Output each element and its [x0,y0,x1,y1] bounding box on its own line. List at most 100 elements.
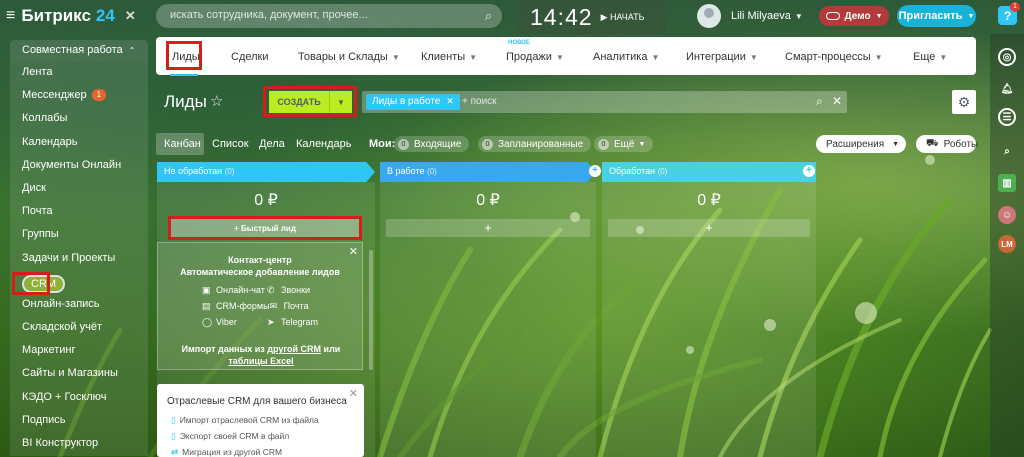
add-card-button[interactable]: + [386,219,590,237]
channel-viber[interactable]: ◯ Viber [202,317,267,328]
industry-export-link[interactable]: ▯ Экспорт своей CRM в файл [171,431,289,442]
my-label: Мои: [369,138,396,150]
clear-icon[interactable]: ✕ [832,94,842,108]
import-excel-link[interactable]: таблицы Excel [228,356,293,366]
close-icon[interactable]: ✕ [349,245,358,258]
search-icon[interactable]: ⌕ [485,8,492,24]
tab-smart-processes[interactable]: Смарт-процессы ▼ [785,51,883,63]
menu-item-docs-online[interactable]: Документы Онлайн [10,155,148,178]
column-sum: 0 ₽ [476,192,500,209]
tab-integrations[interactable]: Интеграции ▼ [686,51,758,63]
view-kanban[interactable]: Канбан [156,133,204,155]
search-icon[interactable]: ⌕ [816,94,823,109]
menu-item-sign[interactable]: Подпись [10,410,148,433]
menu-item-label: Складской учёт [22,321,102,334]
copilot-icon[interactable]: ◎ [998,48,1016,66]
counter-planned[interactable]: 0 Запланированные [478,136,592,152]
tab-deals[interactable]: Сделки [231,51,269,63]
quick-lead-highlight-box [168,216,362,240]
chat-icon[interactable]: ☰ [998,108,1016,126]
channel-label: Онлайн-чат [216,284,265,295]
close-icon[interactable]: ✕ [349,387,358,400]
industry-import-link[interactable]: ▯ Импорт отраслевой CRM из файла [171,415,319,426]
tab-more[interactable]: Еще ▼ [913,51,947,63]
kanban-column-header[interactable]: Обработан (0) [602,162,816,182]
menu-item-collabs[interactable]: Коллабы [10,108,148,131]
column-count: (0) [427,167,437,176]
view-activities[interactable]: Дела [259,138,285,150]
menu-item-disk[interactable]: Диск [10,178,148,201]
phone-icon: ✆ [267,284,275,295]
tab-label: Еще [913,51,936,63]
invite-button[interactable]: Пригласить ▼ [897,5,976,27]
tab-analytics[interactable]: Аналитика ▼ [593,51,659,63]
avatar[interactable]: LM [998,235,1016,253]
chevron-down-icon: ▼ [892,140,900,148]
counter-more[interactable]: 0 Ещё ▼ [594,136,654,152]
robots-button[interactable]: ⛟ Роботы [916,135,978,153]
kanban-column-header[interactable]: В работе (0) [380,162,596,182]
add-card-button[interactable]: + [608,219,810,237]
menu-item-calendar[interactable]: Календарь [10,132,148,155]
close-icon[interactable]: ✕ [125,8,136,24]
extensions-button[interactable]: Расширения ▼ [816,135,906,153]
menu-section-header[interactable]: Совместная работа ⌃ [10,40,148,62]
avatar[interactable]: ☺ [998,206,1016,224]
work-time-widget[interactable]: 14:42 ▶ НАЧАТЬ [518,0,666,34]
channel-crm-forms[interactable]: ▤ CRM-формы [202,301,270,312]
channel-calls[interactable]: ✆ Звонки [267,285,332,296]
counter-label: Запланированные [498,139,584,150]
gear-icon[interactable]: ⚙ [952,90,976,114]
crm-top-nav: Лиды Сделки Товары и Склады ▼ Клиенты ▼ НО… [156,37,976,76]
column-sum: 0 ₽ [254,192,278,209]
menu-item-booking[interactable]: Онлайн-запись [10,294,148,317]
add-column-icon[interactable]: + [589,165,601,177]
menu-item-messenger[interactable]: Мессенджер 1 [10,85,148,108]
menu-item-sites[interactable]: Сайты и Магазины [10,363,148,386]
start-workday-button[interactable]: ▶ НАЧАТЬ [601,12,645,23]
search-input[interactable]: искать сотрудника, документ, прочее... ⌕ [156,4,502,28]
scrollbar[interactable] [369,250,373,370]
tab-clients[interactable]: Клиенты ▼ [421,51,477,63]
close-icon[interactable]: ✕ [446,96,454,106]
user-menu[interactable]: Lili Milyaeva ▼ [697,4,803,28]
menu-item-bi[interactable]: BI Конструктор [10,433,148,456]
add-column-icon[interactable]: + [803,165,815,177]
tab-label: Сделки [231,51,269,63]
kanban-column-header[interactable]: Не обработан (0) [157,162,375,182]
logo[interactable]: ≡ Битрикс 24 ✕ [6,6,136,26]
menu-item-kedo[interactable]: КЭДО + Госключ [10,387,148,410]
channel-label: CRM-формы [216,300,270,311]
menu-item-mail[interactable]: Почта [10,201,148,224]
menu-item-inventory[interactable]: Складской учёт [10,317,148,340]
view-label: Дела [259,138,285,150]
demo-button[interactable]: Демо ▼ [819,6,889,26]
view-calendar[interactable]: Календарь [296,138,352,150]
view-list[interactable]: Список [212,138,249,150]
tab-products[interactable]: Товары и Склады ▼ [298,51,400,63]
import-crm-link[interactable]: другой CRM [267,344,321,354]
menu-icon[interactable]: ≡ [6,7,15,25]
search-icon[interactable]: ⌕ [998,142,1016,160]
filter-search-input[interactable]: Лиды в работе ✕ + поиск ⌕ ✕ [362,91,847,113]
tab-sales[interactable]: Продажи ▼ [506,51,564,63]
menu-item-tasks[interactable]: Задачи и Проекты [10,248,148,271]
channel-online-chat[interactable]: ▣ Онлайн-чат [202,285,267,296]
form-icon: ▤ [202,300,211,311]
column-sum: 0 ₽ [697,192,721,209]
menu-item-label: Задачи и Проекты [22,251,116,264]
channel-telegram[interactable]: ➤ Telegram [267,317,332,328]
contact-center-icon[interactable]: ▥ [998,174,1016,192]
counter-incoming[interactable]: 0 Входящие [394,136,470,152]
star-icon[interactable]: ☆ [210,92,223,110]
menu-item-groups[interactable]: Группы [10,224,148,247]
new-badge: НОВОЕ [508,40,530,46]
menu-item-label: Коллабы [22,112,68,125]
filter-preset-tag[interactable]: Лиды в работе ✕ [366,94,460,110]
notifications-icon[interactable]: 🔔︎ [998,80,1016,98]
menu-item-feed[interactable]: Лента [10,62,148,85]
industry-migration-link[interactable]: ⇄ Миграция из другой CRM [171,447,282,457]
counter-value: 0 [482,139,493,150]
menu-item-marketing[interactable]: Маркетинг [10,340,148,363]
channel-mail[interactable]: ✉ Почта [270,301,332,312]
